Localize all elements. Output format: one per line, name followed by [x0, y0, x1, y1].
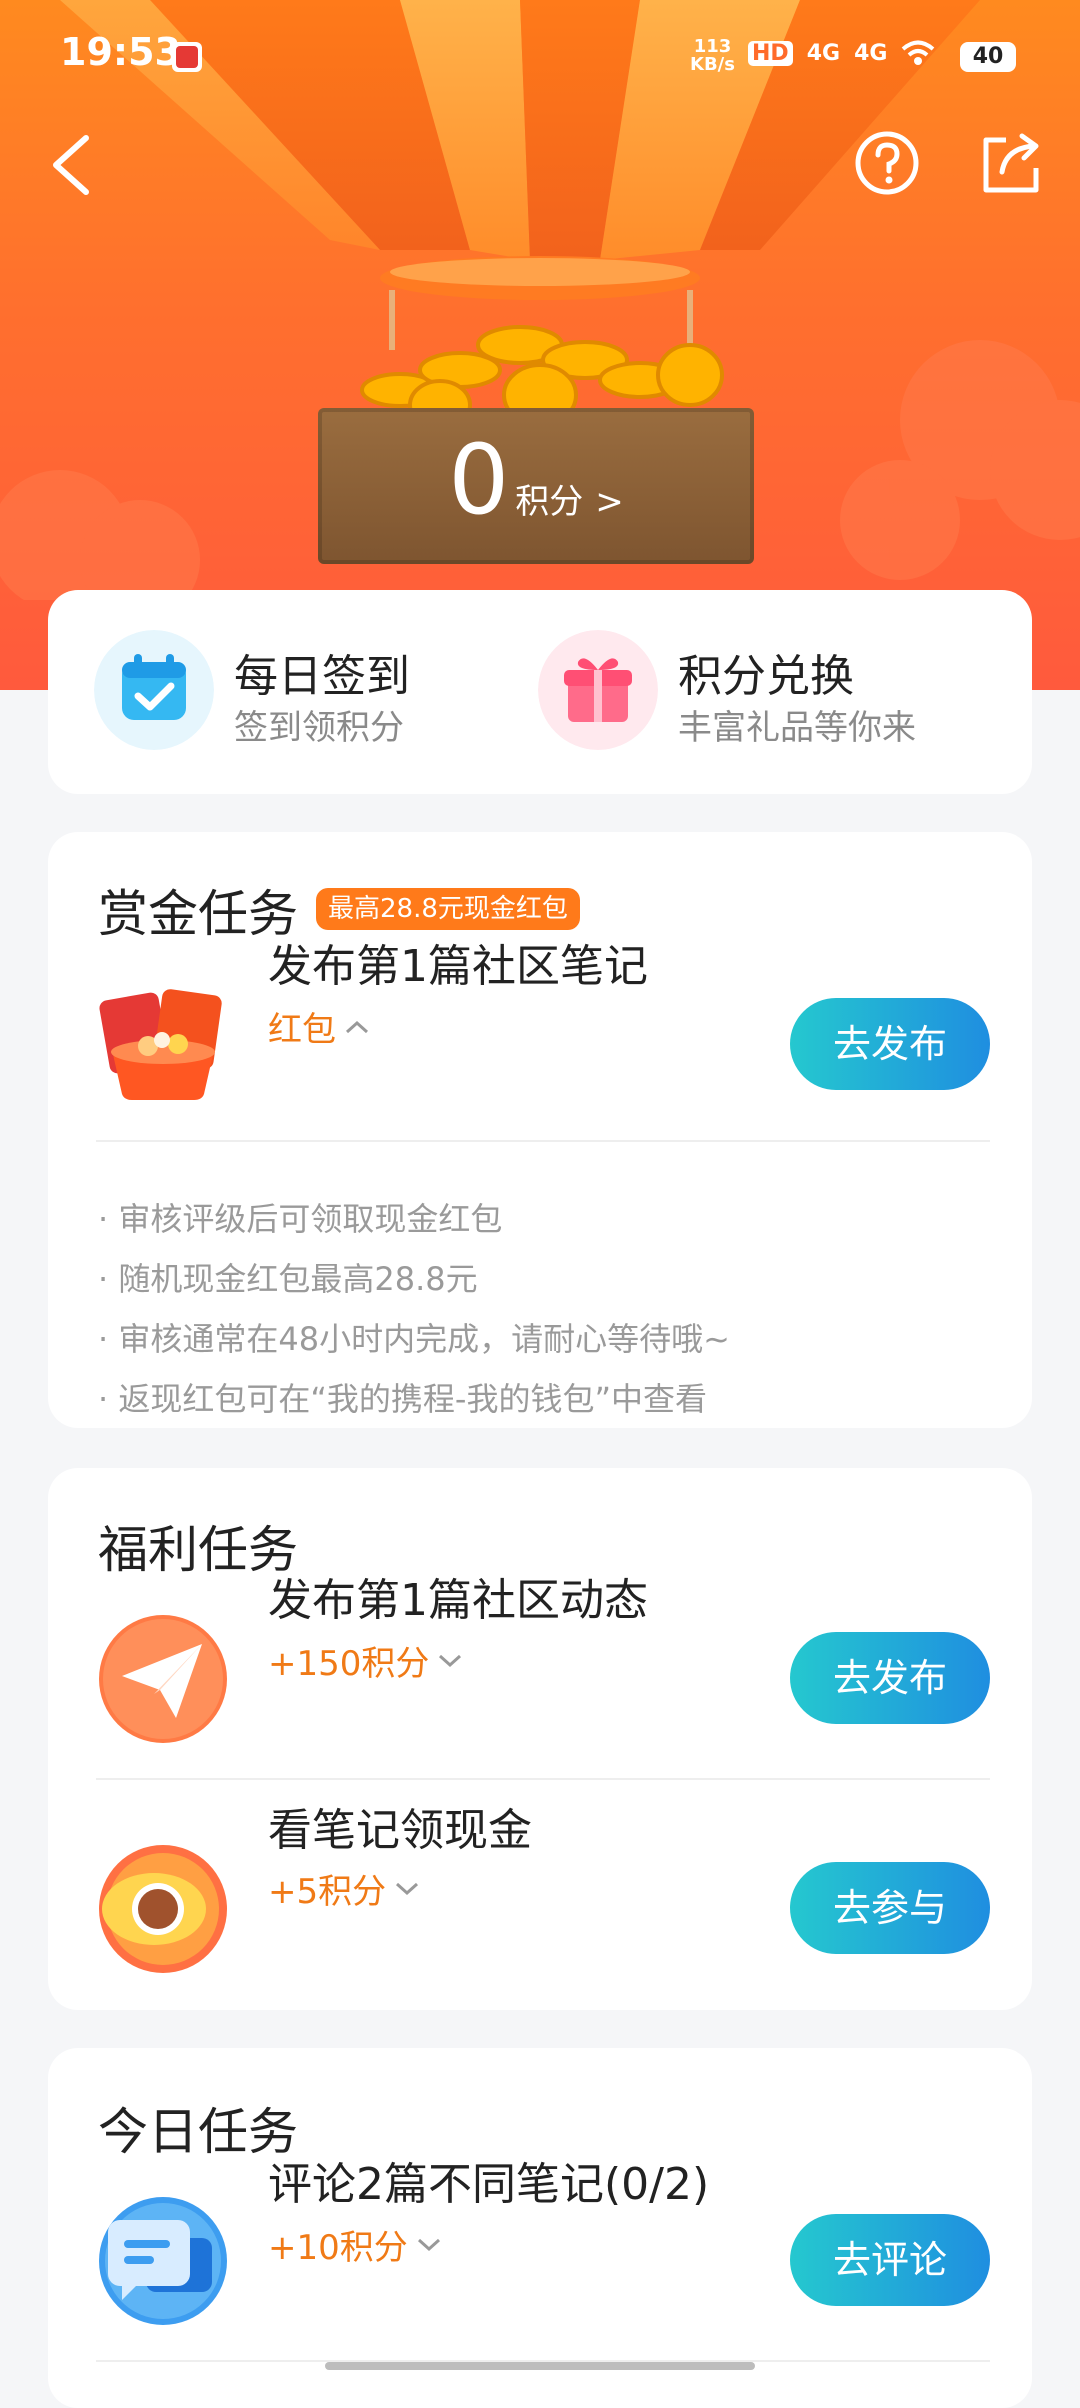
chevron-down-icon: [439, 1654, 462, 1667]
bounty-task-title: 发布第1篇社区笔记: [268, 941, 648, 992]
welfare-task-card: 福利任务 发布第1篇社区动态 +150积分 去发布 看笔记领现金 +5积分 去参…: [48, 1468, 1032, 2010]
signal-4g-icon-2: 4G: [854, 40, 888, 66]
comment-icon: [99, 2197, 227, 2325]
points-value: 0: [448, 424, 510, 536]
divider: [96, 1140, 990, 1142]
points-display[interactable]: 0 积分 >: [318, 430, 754, 530]
chevron-down-icon: [417, 2238, 440, 2251]
bounty-note-3: · 审核通常在48小时内完成，请耐心等待哦~: [98, 1320, 730, 1358]
participate-button[interactable]: 去参与: [790, 1862, 990, 1954]
today-reward-toggle-1[interactable]: +10积分: [268, 2220, 442, 2269]
chevron-right-icon: >: [595, 482, 624, 522]
daily-checkin-entry[interactable]: 每日签到 签到领积分: [94, 630, 534, 754]
today-task-card: 今日任务 评论2篇不同笔记(0/2) +10积分 去评论: [48, 2048, 1032, 2408]
entry-subtitle-checkin: 签到领积分: [234, 708, 404, 748]
notification-app-icon: [172, 42, 202, 72]
signal-4g-icon-1: 4G: [806, 40, 841, 66]
welfare-task-title-2: 看笔记领现金: [268, 1805, 532, 1856]
bounty-note-1: · 审核评级后可领取现金红包: [98, 1200, 503, 1238]
bounty-note-2: · 随机现金红包最高28.8元: [98, 1260, 478, 1298]
points-chest[interactable]: 0 积分 >: [318, 408, 754, 564]
points-exchange-entry[interactable]: 积分兑换 丰富礼品等你来: [538, 630, 978, 754]
entry-title-exchange: 积分兑换: [678, 651, 854, 702]
today-reward-1: +10积分: [268, 2228, 408, 2268]
quick-entry-card: 每日签到 签到领积分 积分兑换 丰富礼品等你来: [48, 590, 1032, 794]
welfare-reward-2: +5积分: [268, 1872, 387, 1912]
network-speed: 113 KB/s: [690, 38, 735, 74]
bounty-note-3-text: 审核通常在48小时内完成，请耐心等待哦~: [118, 1320, 730, 1358]
wifi-icon: [902, 40, 935, 65]
bounty-reward-toggle[interactable]: 红包: [268, 1002, 370, 1051]
welfare-reward-toggle-2[interactable]: +5积分: [268, 1864, 420, 1913]
bounty-task-card: 赏金任务 最高28.8元现金红包 发布第1篇社区笔记 红包 去发布 · 审核评级…: [48, 832, 1032, 1428]
welfare-task-title-1: 发布第1篇社区动态: [268, 1575, 648, 1626]
divider: [96, 1778, 990, 1780]
bounty-note-4-text: 返现红包可在“我的携程-我的钱包”中查看: [118, 1380, 708, 1418]
help-icon[interactable]: [854, 130, 920, 196]
calendar-check-icon: [94, 630, 214, 750]
chevron-up-icon: [345, 1020, 369, 1033]
today-task-title-1: 评论2篇不同笔记(0/2): [268, 2159, 710, 2210]
battery-icon: 40: [960, 42, 1016, 72]
entry-title-checkin: 每日签到: [234, 651, 410, 702]
entry-subtitle-exchange: 丰富礼品等你来: [678, 708, 916, 748]
points-unit: 积分: [515, 482, 584, 522]
gift-icon: [538, 630, 658, 750]
back-arrow-icon[interactable]: [46, 130, 96, 200]
publish-moment-button[interactable]: 去发布: [790, 1632, 990, 1724]
status-time: 19:53: [60, 30, 181, 74]
status-bar: 19:53 113 KB/s HD 4G 4G 40: [0, 0, 1080, 110]
hero-banner: 19:53 113 KB/s HD 4G 4G 40 0 积分 >: [0, 0, 1080, 690]
paper-plane-icon: [99, 1615, 227, 1743]
publish-note-button[interactable]: 去发布: [790, 998, 990, 1090]
welfare-reward-1: +150积分: [268, 1644, 430, 1684]
comment-button[interactable]: 去评论: [790, 2214, 990, 2306]
bounty-note-4: · 返现红包可在“我的携程-我的钱包”中查看: [98, 1380, 708, 1418]
home-indicator[interactable]: [325, 2362, 755, 2370]
red-envelope-icon: [99, 989, 222, 1100]
bounty-note-2-text: 随机现金红包最高28.8元: [118, 1260, 478, 1298]
bounty-reward-label: 红包: [268, 1010, 336, 1050]
eye-icon: [99, 1845, 227, 1973]
network-speed-unit: KB/s: [690, 54, 735, 75]
bounty-note-1-text: 审核评级后可领取现金红包: [118, 1200, 503, 1238]
signal-icons: HD 4G 4G: [748, 40, 935, 66]
share-icon[interactable]: [976, 128, 1046, 198]
chevron-down-icon: [396, 1882, 419, 1895]
bounty-max-tag: 最高28.8元现金红包: [316, 888, 580, 930]
welfare-reward-toggle-1[interactable]: +150积分: [268, 1636, 463, 1685]
hd-icon: HD: [748, 40, 793, 66]
